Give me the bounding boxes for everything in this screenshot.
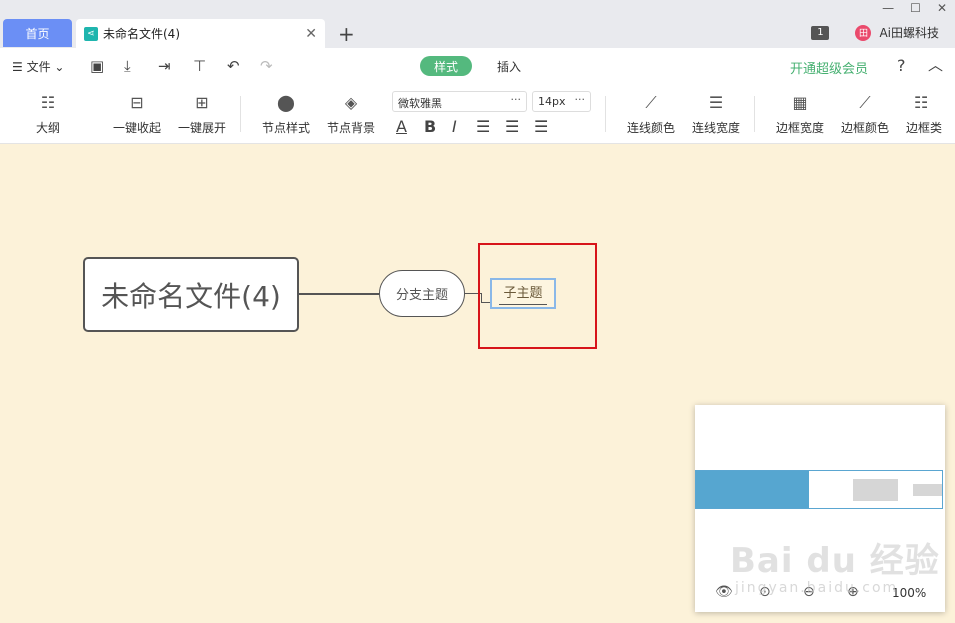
vip-link[interactable]: 开通超级会员 (790, 58, 868, 77)
format-painter-icon[interactable]: ⊤ (193, 57, 206, 75)
minimap-viewport[interactable] (695, 470, 943, 509)
minimize-icon[interactable]: — (882, 1, 894, 15)
collapse-icon: ⊟ (130, 93, 144, 112)
save-icon[interactable]: ▣ (90, 57, 104, 75)
highlight-box (478, 243, 597, 349)
node-background-label: 节点背景 (326, 121, 375, 135)
tab-style[interactable]: 样式 (420, 56, 472, 76)
mindmap-icon: ⋖ (84, 26, 98, 41)
expand-all-button[interactable]: ⊞ 一键展开 (172, 92, 232, 136)
line-width-icon: ☰ (708, 93, 724, 112)
root-topic-node[interactable]: 未命名文件(4) (83, 257, 299, 332)
title-bar: 首页 ⋖ 未命名文件(4) ✕ + — ☐ ✕ 1 田 Ai田螺科技 (0, 0, 955, 48)
node-style-icon: ⬤ (277, 93, 295, 112)
outline-icon: ☷ (40, 93, 56, 112)
line-color-icon: ⟋ (645, 93, 657, 112)
maximize-icon[interactable]: ☐ (910, 1, 921, 15)
collapse-all-label: 一键收起 (112, 121, 161, 135)
outline-button[interactable]: ☷ 大纲 (18, 92, 78, 136)
tab-insert[interactable]: 插入 (497, 58, 521, 75)
border-width-icon: ▦ (792, 93, 808, 112)
font-size-value: 14px (538, 95, 566, 108)
eye-icon[interactable]: 👁 (715, 584, 733, 600)
divider (240, 96, 241, 132)
close-icon[interactable]: ✕ (305, 26, 317, 42)
node-style-button[interactable]: ⬤ 节点样式 (256, 92, 316, 136)
border-width-label: 边框宽度 (775, 121, 824, 135)
line-width-label: 连线宽度 (691, 121, 740, 135)
file-menu[interactable]: ☰ 文件 ⌄ (12, 58, 64, 75)
undo-icon[interactable]: ↶ (227, 57, 240, 75)
font-size-select[interactable]: 14px ··· (532, 91, 591, 112)
watermark: Bai du 经验 (730, 541, 940, 581)
more-icon: ··· (574, 93, 586, 106)
window-controls: — ☐ ✕ (882, 1, 947, 15)
tab-document-label: 未命名文件(4) (103, 27, 180, 41)
connector-line (299, 293, 379, 295)
user-name[interactable]: Ai田螺科技 (879, 24, 939, 41)
outline-label: 大纲 (35, 121, 60, 135)
font-color-icon[interactable]: A (396, 117, 407, 136)
collapse-all-button[interactable]: ⊟ 一键收起 (107, 92, 167, 136)
border-type-button[interactable]: ☷ 边框类 (900, 92, 942, 136)
line-color-button[interactable]: ⟋ 连线颜色 (621, 92, 681, 136)
border-type-label: 边框类 (906, 121, 942, 135)
tab-document[interactable]: ⋖ 未命名文件(4) ✕ (76, 19, 325, 48)
bold-icon[interactable]: B (424, 117, 436, 136)
download-icon[interactable]: ⤓ (124, 57, 131, 75)
border-width-button[interactable]: ▦ 边框宽度 (770, 92, 830, 136)
more-icon: ··· (510, 93, 522, 106)
font-family-value: 微软雅黑 (398, 97, 442, 110)
file-menu-label: 文件 (26, 60, 51, 74)
redo-icon[interactable]: ↷ (260, 57, 273, 75)
expand-all-label: 一键展开 (177, 121, 226, 135)
avatar[interactable]: 田 (855, 24, 872, 41)
menu-row: ☰ 文件 ⌄ ▣ ⤓ ⇥ ⊤ ↶ ↷ 样式 插入 开通超级会员 ? ︿ (0, 48, 955, 84)
help-icon[interactable]: ? (897, 56, 906, 75)
tab-home[interactable]: 首页 (3, 19, 72, 47)
ribbon-toolbar: ☷ 大纲 ⊟ 一键收起 ⊞ 一键展开 ⬤ 节点样式 ◈ 节点背景 微软雅黑 ··… (0, 84, 955, 144)
line-width-button[interactable]: ☰ 连线宽度 (686, 92, 746, 136)
divider (605, 96, 606, 132)
font-family-select[interactable]: 微软雅黑 ··· (392, 91, 527, 112)
border-type-icon: ☷ (914, 93, 929, 112)
notification-badge[interactable]: 1 (811, 25, 830, 40)
italic-icon[interactable]: I (452, 117, 457, 136)
border-color-label: 边框颜色 (840, 121, 889, 135)
new-tab-button[interactable]: + (338, 22, 355, 46)
border-color-button[interactable]: ⟋ 边框颜色 (835, 92, 895, 136)
chevron-up-icon[interactable]: ︿ (928, 54, 943, 75)
branch-topic-node[interactable]: 分支主题 (379, 270, 465, 317)
paint-bucket-icon: ◈ (344, 93, 358, 112)
node-background-button[interactable]: ◈ 节点背景 (321, 92, 381, 136)
align-left-icon[interactable]: ☰ (476, 117, 490, 136)
line-color-label: 连线颜色 (626, 121, 675, 135)
border-color-icon: ⟋ (859, 93, 871, 112)
expand-icon: ⊞ (195, 93, 209, 112)
export-icon[interactable]: ⇥ (158, 57, 171, 75)
align-right-icon[interactable]: ☰ (534, 117, 548, 136)
align-center-icon[interactable]: ☰ (505, 117, 519, 136)
node-style-label: 节点样式 (261, 121, 310, 135)
close-window-icon[interactable]: ✕ (937, 1, 947, 15)
account-area: 1 田 Ai田螺科技 (811, 24, 939, 41)
watermark-url: jingyan.baidu.com (735, 580, 899, 596)
divider (754, 96, 755, 132)
